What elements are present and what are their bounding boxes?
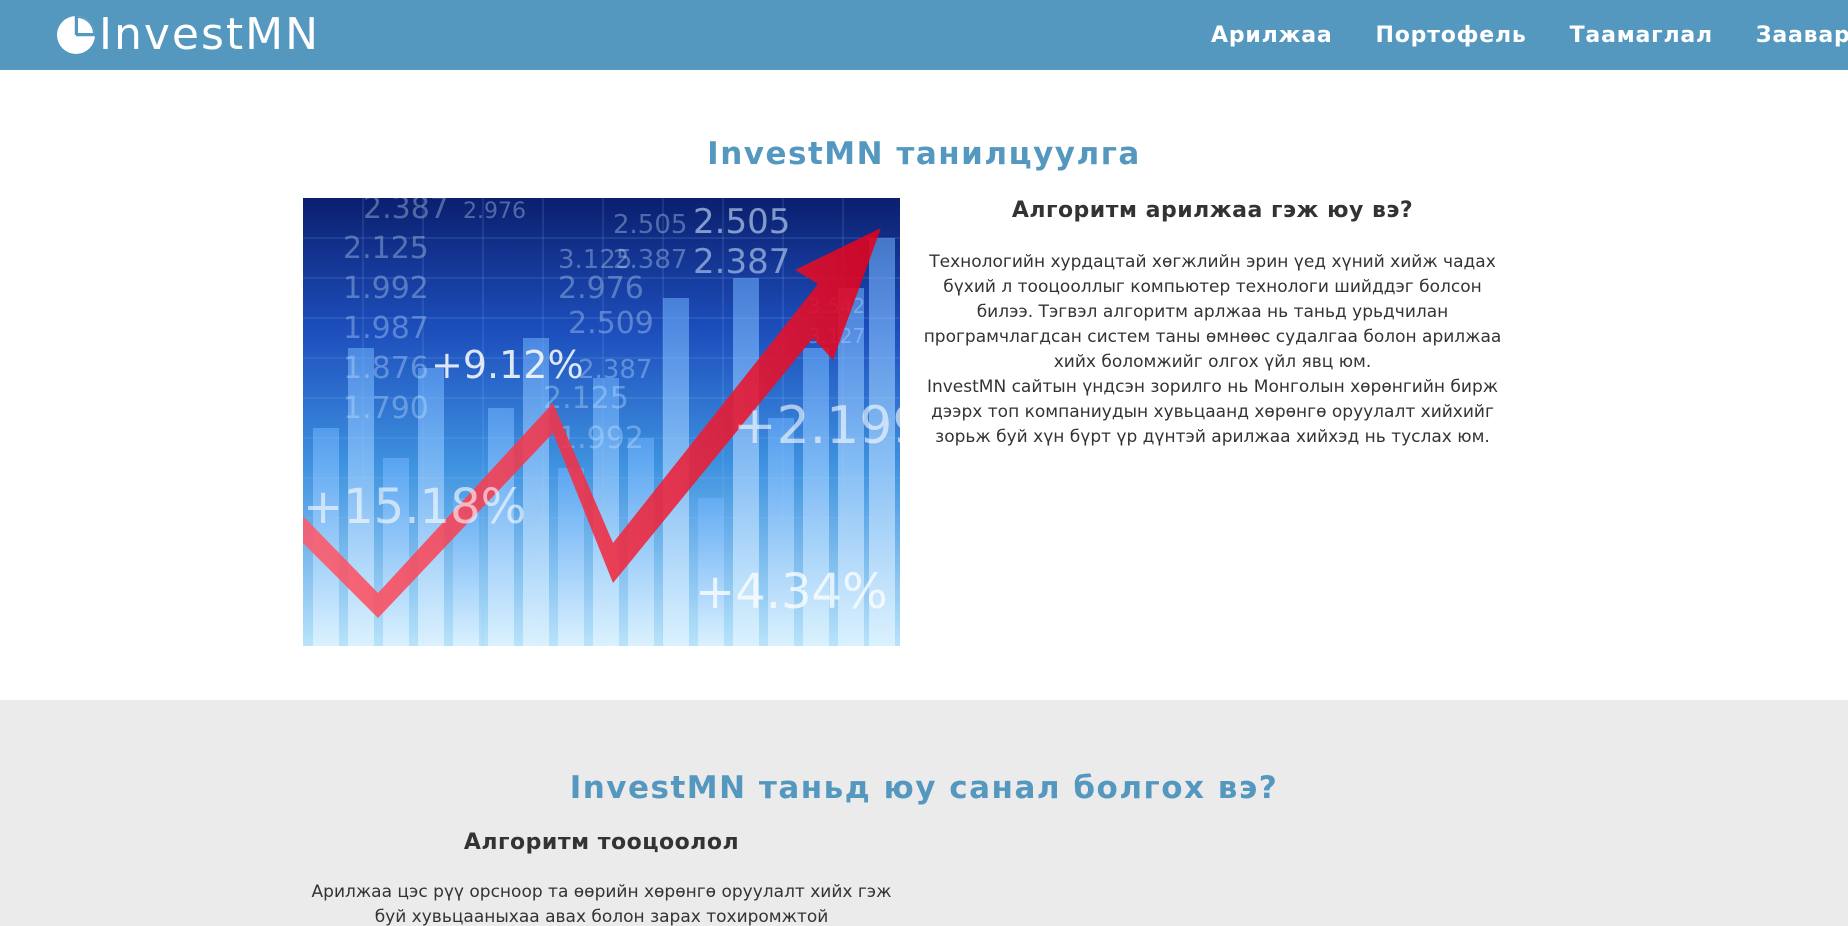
- offer-section: InvestMN таньд юу санал болгох вэ? Алгор…: [0, 700, 1848, 926]
- nav-prediction[interactable]: Таамаглал: [1570, 23, 1713, 48]
- intro-title: InvestMN танилцуулга: [707, 136, 1141, 172]
- top-navbar: InvestMN Арилжаа Портофель Таамаглал Заа…: [0, 0, 1848, 70]
- pie-chart-icon: [57, 16, 95, 54]
- chart-number: 1.876: [343, 351, 429, 386]
- nav-portfolio[interactable]: Портофель: [1376, 23, 1527, 48]
- chart-callout: +4.34%: [695, 564, 888, 620]
- chart-callout: +2.199: [733, 396, 900, 456]
- algo-trading-description: Технологийн хурдацтай хөгжлийн эрин үед …: [915, 250, 1510, 450]
- chart-number: 2.387: [578, 355, 652, 385]
- algo-calculation-text: Арилжаа цэс рүү орсноор та өөрийн хөрөнг…: [311, 882, 892, 926]
- chart-number: 2.509: [568, 306, 654, 341]
- rising-chart-image: 2.387 2.976 2.125 1.992 1.987 1.876 1.79…: [303, 198, 900, 646]
- main-nav: Арилжаа Портофель Таамаглал Заавар: [1211, 0, 1848, 70]
- chart-number: 2.125: [343, 231, 429, 266]
- chart-number: 2.976: [558, 271, 644, 306]
- intro-section: InvestMN танилцуулга 2.387 2.976 2.125 1…: [0, 70, 1848, 700]
- chart-number: 1.987: [343, 311, 429, 346]
- chart-callout: +15.18%: [303, 479, 526, 535]
- description-paragraph: Технологийн хурдацтай хөгжлийн эрин үед …: [923, 252, 1502, 372]
- offer-title: InvestMN таньд юу санал болгох вэ?: [569, 770, 1279, 806]
- chart-number: 2.387: [693, 242, 790, 282]
- brand-link[interactable]: InvestMN: [55, 10, 320, 60]
- chart-number: 2.505: [693, 202, 790, 242]
- chart-number: 1.790: [343, 391, 429, 426]
- chart-callout: +9.12%: [431, 343, 584, 387]
- chart-number: 2.387: [363, 198, 449, 226]
- hero-image-graphic: 2.387 2.976 2.125 1.992 1.987 1.876 1.79…: [303, 198, 900, 646]
- chart-number: 2.976: [463, 199, 526, 224]
- nav-trading[interactable]: Арилжаа: [1211, 23, 1333, 48]
- algo-trading-heading: Алгоритм арилжаа гэж юу вэ?: [1011, 198, 1414, 223]
- algo-calculation-heading: Алгоритм тооцоолол: [463, 830, 740, 855]
- chart-number: 2.505: [613, 210, 687, 240]
- brand-name: InvestMN: [99, 9, 321, 60]
- nav-guide[interactable]: Заавар: [1756, 23, 1848, 48]
- chart-number: 1.992: [343, 271, 429, 306]
- description-paragraph: InvestMN сайтын үндсэн зорилго нь Монгол…: [926, 377, 1499, 447]
